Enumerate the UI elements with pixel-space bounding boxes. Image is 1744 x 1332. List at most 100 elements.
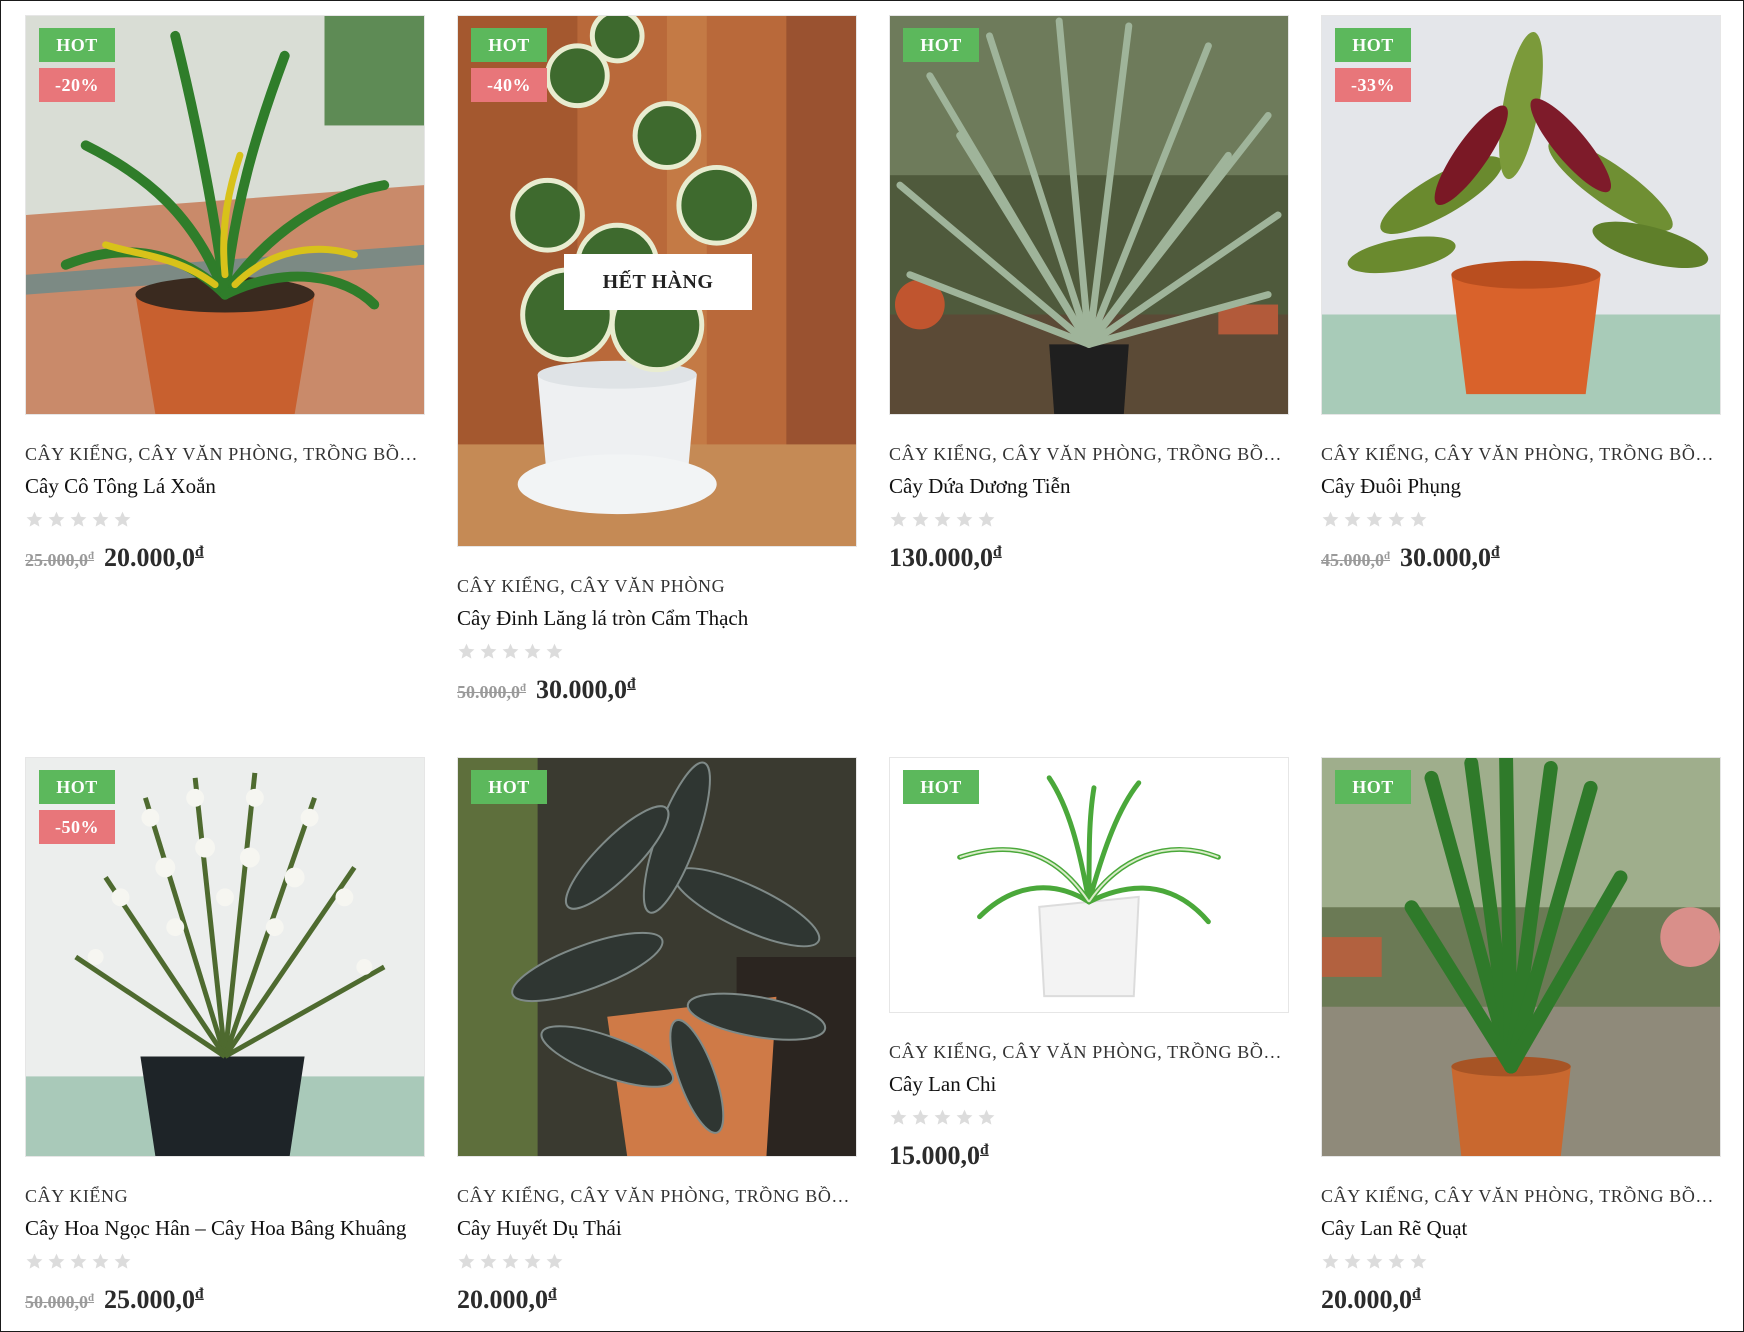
hot-badge: HOT — [903, 28, 979, 62]
rating-stars — [25, 510, 425, 532]
product-title[interactable]: Cây Huyết Dụ Thái — [457, 1216, 857, 1241]
plant-photo — [458, 758, 856, 1156]
product-title[interactable]: Cây Đuôi Phụng — [1321, 474, 1721, 499]
price-new: 130.000,0đ — [889, 543, 1002, 572]
product-categories[interactable]: Cây kiểng, Cây văn phòng, Trồng bồn … — [1321, 1186, 1721, 1207]
plant-photo — [1322, 758, 1720, 1156]
product-card[interactable]: HOT Cây kiểng, Cây văn phòng, Trồng bồn … — [1321, 757, 1721, 1315]
product-categories[interactable]: Cây kiểng, Cây văn phòng, Trồng bồn … — [457, 1186, 857, 1207]
star-icon — [1322, 511, 1339, 527]
product-title[interactable]: Cây Đinh Lăng lá tròn Cẩm Thạch — [457, 606, 857, 631]
star-icon — [912, 1109, 929, 1125]
product-categories[interactable]: Cây kiểng, Cây văn phòng, Trồng bồn … — [889, 1042, 1289, 1063]
price: 45.000,0đ 30.000,0đ — [1321, 543, 1721, 573]
price: 15.000,0đ — [889, 1141, 1289, 1171]
sale-badge: -50% — [39, 810, 115, 844]
star-icon — [956, 511, 973, 527]
price: 50.000,0đ 25.000,0đ — [25, 1285, 425, 1315]
star-icon — [546, 1253, 563, 1269]
star-icon — [1366, 511, 1383, 527]
price-new: 20.000,0đ — [104, 543, 204, 572]
price-old: 50.000,0đ — [25, 1292, 95, 1312]
price-new: 30.000,0đ — [1400, 543, 1500, 572]
product-card[interactable]: HOT -50% Cây kiểng Cây Hoa Ngọc Hân – Câ… — [25, 757, 425, 1315]
product-categories[interactable]: Cây kiểng, Cây văn phòng, Trồng bồn … — [889, 444, 1289, 465]
star-icon — [890, 1109, 907, 1125]
price-old: 25.000,0đ — [25, 550, 95, 570]
rating-stars — [457, 1252, 857, 1274]
sale-badge: -20% — [39, 68, 115, 102]
product-image[interactable]: HOT -50% — [25, 757, 425, 1157]
hot-badge: HOT — [903, 770, 979, 804]
product-image[interactable]: HOT -20% — [25, 15, 425, 415]
rating-stars — [457, 642, 857, 664]
hot-badge: HOT — [39, 28, 115, 62]
product-image[interactable]: HOT — [889, 15, 1289, 415]
price: 50.000,0đ 30.000,0đ — [457, 675, 857, 705]
product-title[interactable]: Cây Hoa Ngọc Hân – Cây Hoa Bâng Khuâng — [25, 1216, 425, 1241]
star-icon — [92, 1253, 109, 1269]
product-card[interactable]: HOT Cây kiểng, Cây văn phòng, Trồng bồn … — [889, 757, 1289, 1171]
rating-stars — [889, 1108, 1289, 1130]
rating-stars — [889, 510, 1289, 532]
product-image[interactable]: HOT -33% — [1321, 15, 1721, 415]
product-image[interactable]: HOT — [889, 757, 1289, 1013]
product-title[interactable]: Cây Lan Rẽ Quạt — [1321, 1216, 1721, 1241]
star-icon — [1344, 511, 1361, 527]
product-title[interactable]: Cây Dứa Dương Tiễn — [889, 474, 1289, 499]
star-icon — [546, 643, 563, 659]
star-icon — [26, 1253, 43, 1269]
star-icon — [458, 643, 475, 659]
product-card[interactable]: HOT Cây kiểng, Cây văn phòng, Trồng bồn … — [457, 757, 857, 1315]
rating-stars — [1321, 1252, 1721, 1274]
price: 25.000,0đ 20.000,0đ — [25, 543, 425, 573]
star-icon — [114, 511, 131, 527]
price-new: 20.000,0đ — [1321, 1285, 1421, 1314]
star-icon — [934, 511, 951, 527]
star-icon — [502, 643, 519, 659]
star-icon — [956, 1109, 973, 1125]
product-categories[interactable]: Cây kiểng, Cây văn phòng, Trồng bồn … — [25, 444, 425, 465]
price-old: 45.000,0đ — [1321, 550, 1391, 570]
price: 130.000,0đ — [889, 543, 1289, 573]
price-new: 20.000,0đ — [457, 1285, 557, 1314]
product-title[interactable]: Cây Cô Tông Lá Xoắn — [25, 474, 425, 499]
hot-badge: HOT — [39, 770, 115, 804]
star-icon — [1322, 1253, 1339, 1269]
rating-stars — [1321, 510, 1721, 532]
product-image[interactable]: HOT — [457, 757, 857, 1157]
price-new: 15.000,0đ — [889, 1141, 989, 1170]
star-icon — [70, 1253, 87, 1269]
star-icon — [26, 511, 43, 527]
product-image[interactable]: HOT -40% HẾT HÀNG — [457, 15, 857, 547]
product-card[interactable]: HOT -33% Cây kiểng, Cây văn phòng, Trồng… — [1321, 15, 1721, 573]
star-icon — [480, 1253, 497, 1269]
product-card[interactable]: HOT -20% Cây kiểng, Cây văn phòng, Trồng… — [25, 15, 425, 573]
product-card[interactable]: HOT Cây kiểng, Cây văn phòng, Trồng bồn … — [889, 15, 1289, 573]
star-icon — [1410, 1253, 1427, 1269]
rating-stars — [25, 1252, 425, 1274]
star-icon — [978, 511, 995, 527]
product-categories[interactable]: Cây kiểng, Cây văn phòng, Trồng bồn … — [1321, 444, 1721, 465]
star-icon — [92, 511, 109, 527]
star-icon — [1410, 511, 1427, 527]
product-categories[interactable]: Cây kiểng — [25, 1186, 425, 1207]
star-icon — [934, 1109, 951, 1125]
product-title[interactable]: Cây Lan Chi — [889, 1072, 1289, 1097]
star-icon — [524, 1253, 541, 1269]
hot-badge: HOT — [471, 28, 547, 62]
hot-badge: HOT — [1335, 770, 1411, 804]
product-image[interactable]: HOT — [1321, 757, 1721, 1157]
star-icon — [1344, 1253, 1361, 1269]
star-icon — [1388, 1253, 1405, 1269]
price-new: 30.000,0đ — [536, 675, 636, 704]
product-card[interactable]: HOT -40% HẾT HÀNG Cây kiểng, Cây văn phò… — [457, 15, 857, 705]
sale-badge: -40% — [471, 68, 547, 102]
price-old: 50.000,0đ — [457, 682, 527, 702]
price-new: 25.000,0đ — [104, 1285, 204, 1314]
star-icon — [70, 511, 87, 527]
hot-badge: HOT — [471, 770, 547, 804]
product-categories[interactable]: Cây kiểng, Cây văn phòng — [457, 576, 857, 597]
hot-badge: HOT — [1335, 28, 1411, 62]
price: 20.000,0đ — [457, 1285, 857, 1315]
